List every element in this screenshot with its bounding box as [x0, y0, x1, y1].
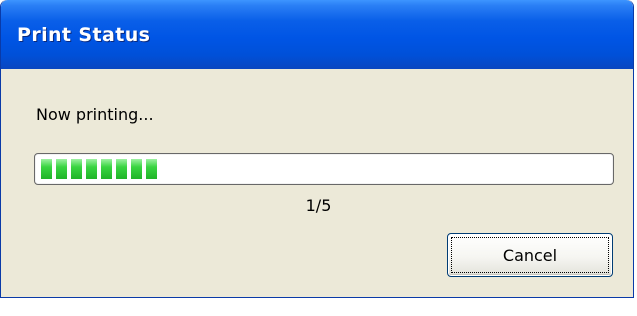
- cancel-button-label: Cancel: [451, 237, 609, 273]
- page-count: 1/5: [305, 196, 332, 215]
- progress-fill: [39, 159, 159, 179]
- title-bar[interactable]: Print Status: [1, 0, 633, 69]
- cancel-button[interactable]: Cancel: [447, 233, 613, 277]
- print-progress-bar: [34, 153, 614, 185]
- status-message: Now printing...: [36, 105, 154, 124]
- progress-track: [39, 159, 609, 179]
- window-title: Print Status: [17, 24, 151, 46]
